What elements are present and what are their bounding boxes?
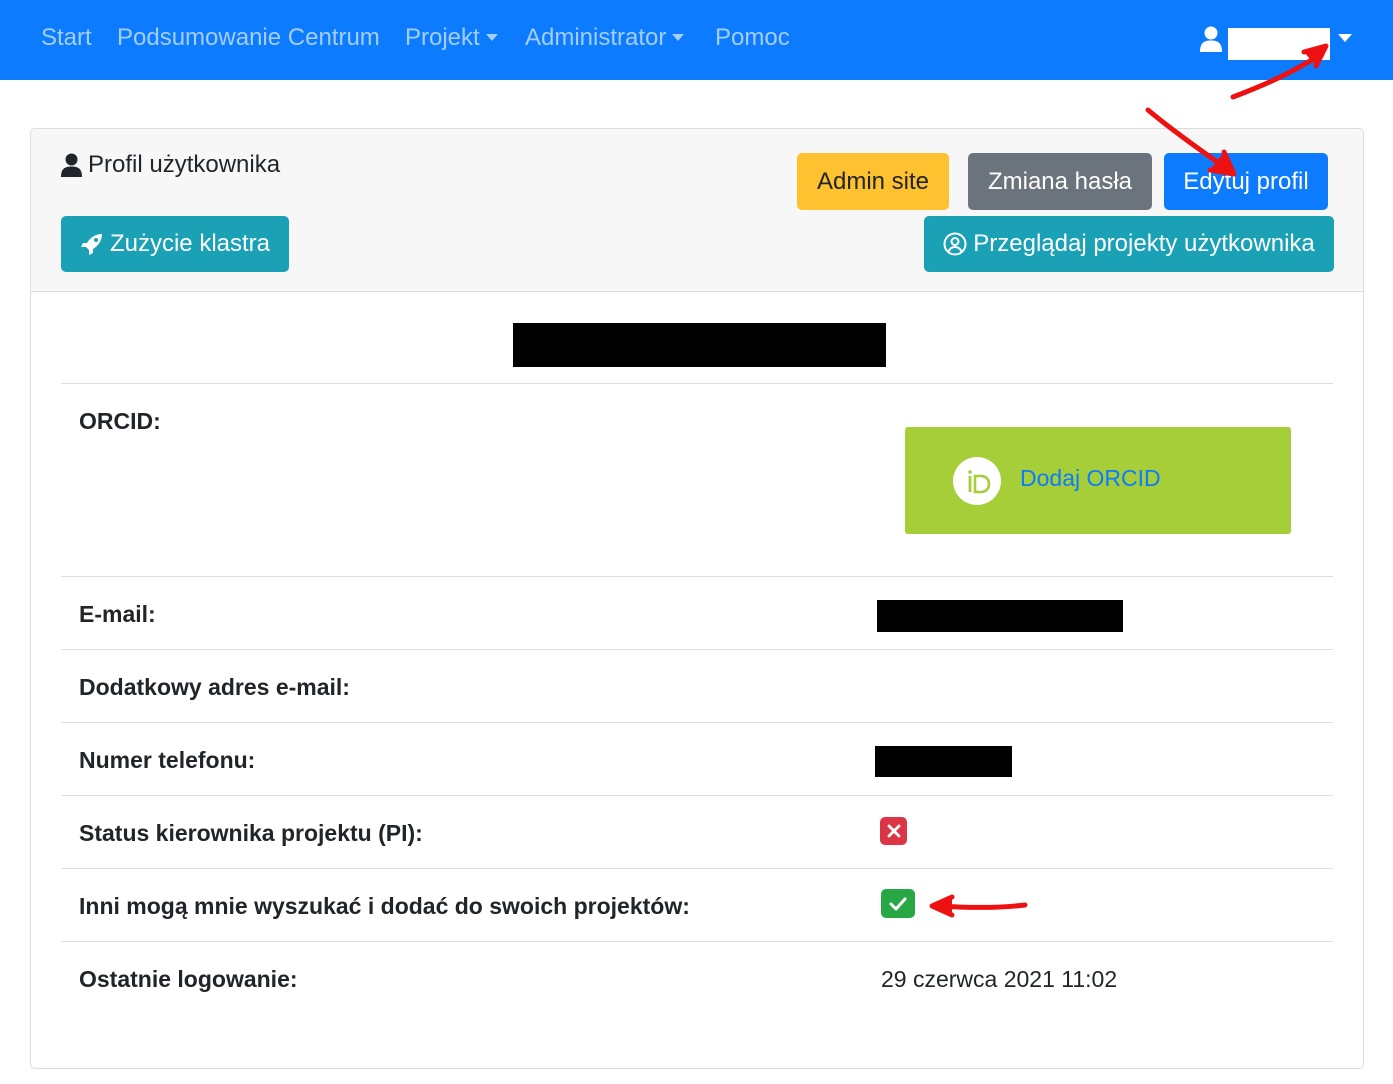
add-orcid-button[interactable]: Dodaj ORCID xyxy=(905,427,1291,534)
add-orcid-label: Dodaj ORCID xyxy=(1020,465,1161,491)
nav-help[interactable]: Pomoc xyxy=(715,24,790,52)
cluster-usage-button[interactable]: Zużycie klastra xyxy=(61,216,289,272)
divider xyxy=(61,722,1333,723)
x-icon xyxy=(880,817,907,845)
chevron-down-icon xyxy=(1338,34,1352,42)
nav-administrator-dropdown[interactable]: Administrator xyxy=(525,24,685,52)
rocket-icon xyxy=(80,234,102,255)
divider xyxy=(61,649,1333,650)
user-icon xyxy=(61,153,82,177)
change-password-button[interactable]: Zmiana hasła xyxy=(968,153,1152,210)
card-title-text: Profil użytkownika xyxy=(88,151,281,178)
searchable-label: Inni mogą mnie wyszukać i dodać do swoic… xyxy=(79,893,690,919)
divider xyxy=(61,383,1333,384)
orcid-icon xyxy=(953,457,1001,505)
user-full-name-redacted xyxy=(513,323,886,367)
user-icon xyxy=(1200,26,1222,52)
last-login-value: 29 czerwca 2021 11:02 xyxy=(881,966,1118,992)
nav-project-dropdown[interactable]: Projekt xyxy=(405,24,498,52)
user-menu-dropdown[interactable] xyxy=(1200,22,1360,62)
chevron-down-icon xyxy=(672,34,685,41)
edit-profile-button[interactable]: Edytuj profil xyxy=(1164,153,1328,210)
orcid-label: ORCID: xyxy=(79,408,161,434)
email-label: E-mail: xyxy=(79,601,156,627)
browse-user-projects-button[interactable]: Przeglądaj projekty użytkownika xyxy=(924,216,1334,272)
divider xyxy=(61,576,1333,577)
last-login-label: Ostatnie logowanie: xyxy=(79,966,298,992)
phone-label: Numer telefonu: xyxy=(79,747,256,773)
divider xyxy=(61,795,1333,796)
admin-site-button[interactable]: Admin site xyxy=(797,153,949,210)
nav-center-summary[interactable]: Podsumowanie Centrum xyxy=(117,24,380,52)
divider xyxy=(61,868,1333,869)
top-navbar: Start Podsumowanie Centrum Projekt Admin… xyxy=(0,0,1393,80)
card-header: Profil użytkownika Admin site Zmiana has… xyxy=(31,129,1363,292)
pi-status-label: Status kierownika projektu (PI): xyxy=(79,820,423,846)
extra-email-label: Dodatkowy adres e-mail: xyxy=(79,674,350,700)
card-title: Profil użytkownika xyxy=(61,151,280,179)
user-name-redacted xyxy=(1228,28,1330,60)
divider xyxy=(61,941,1333,942)
phone-value-redacted xyxy=(875,746,1012,777)
user-profile-card: Profil użytkownika Admin site Zmiana has… xyxy=(30,128,1364,1069)
email-value-redacted xyxy=(877,600,1123,632)
user-circle-icon xyxy=(943,232,967,256)
chevron-down-icon xyxy=(485,34,498,41)
check-icon xyxy=(881,889,915,918)
nav-start[interactable]: Start xyxy=(41,24,92,52)
